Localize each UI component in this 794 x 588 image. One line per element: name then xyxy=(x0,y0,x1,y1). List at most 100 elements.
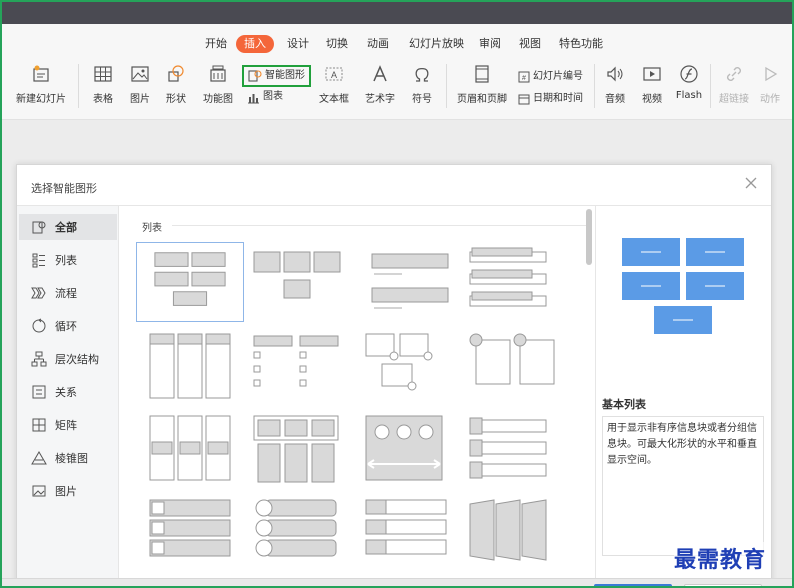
gallery-scrollbar[interactable] xyxy=(586,209,592,265)
cancel-button[interactable] xyxy=(684,584,762,586)
category-all-label: 全部 xyxy=(55,221,77,234)
close-icon[interactable] xyxy=(743,175,759,191)
slide-number-button[interactable]: # 幻灯片编号 xyxy=(518,68,583,86)
template-list-4[interactable] xyxy=(460,242,568,322)
template-list-15[interactable] xyxy=(352,496,460,576)
tab-view[interactable]: 视图 xyxy=(515,35,545,53)
date-time-label: 日期和时间 xyxy=(533,93,583,104)
list-icon xyxy=(32,253,45,268)
category-all[interactable]: 全部 xyxy=(19,214,117,240)
template-list-6[interactable] xyxy=(244,328,352,408)
category-matrix-label: 矩阵 xyxy=(55,419,77,432)
section-divider xyxy=(172,225,592,226)
preview-description: 用于显示非有序信息块或者分组信息块。可最大化形状的水平和垂直显示空间。 xyxy=(602,416,764,556)
template-list-10[interactable] xyxy=(244,412,352,492)
template-list-7[interactable] xyxy=(352,328,460,408)
picture-icon xyxy=(32,485,46,497)
category-list-label: 列表 xyxy=(55,254,77,267)
smart-art-label: 智能图形 xyxy=(265,70,305,81)
template-list-9[interactable] xyxy=(136,412,244,492)
category-matrix[interactable]: 矩阵 xyxy=(19,412,117,438)
category-picture[interactable]: 图片 xyxy=(19,478,117,504)
template-list-16[interactable] xyxy=(460,496,568,576)
symbol-button[interactable]: 符号 xyxy=(406,64,438,105)
template-list-5[interactable] xyxy=(136,328,244,408)
art-text-button[interactable]: 艺术字 xyxy=(360,64,400,105)
template-list-3[interactable] xyxy=(352,242,460,322)
template-list-12[interactable] xyxy=(460,412,568,492)
function-chart-button[interactable]: 功能图 xyxy=(198,64,238,105)
hyperlink-label: 超链接 xyxy=(719,94,749,105)
slide-number-label: 幻灯片编号 xyxy=(533,71,583,82)
shape-button[interactable]: 形状 xyxy=(160,64,192,105)
cycle-icon xyxy=(32,318,46,333)
status-bar xyxy=(2,578,792,586)
category-process[interactable]: 流程 xyxy=(19,280,117,306)
template-list-13[interactable] xyxy=(136,496,244,576)
function-chart-label: 功能图 xyxy=(203,94,233,105)
tab-slideshow[interactable]: 幻灯片放映 xyxy=(405,35,468,53)
tab-design[interactable]: 设计 xyxy=(283,35,313,53)
speaker-icon xyxy=(607,66,623,82)
category-pyramid[interactable]: 棱锥图 xyxy=(19,445,117,471)
template-list-2[interactable] xyxy=(244,242,352,322)
category-relationship[interactable]: 关系 xyxy=(19,379,117,405)
tab-animation[interactable]: 动画 xyxy=(363,35,393,53)
template-list-11[interactable] xyxy=(352,412,460,492)
title-bar xyxy=(2,2,792,24)
symbol-label: 符号 xyxy=(412,94,432,105)
template-list-14[interactable] xyxy=(244,496,352,576)
play-action-icon xyxy=(765,66,778,82)
category-picture-label: 图片 xyxy=(55,485,77,498)
flash-label: Flash xyxy=(675,90,703,101)
picture-icon xyxy=(131,66,149,82)
category-process-label: 流程 xyxy=(55,287,77,300)
new-slide-label: 新建幻灯片 xyxy=(16,94,66,105)
function-chart-icon xyxy=(210,65,226,82)
textbox-button[interactable]: A 文本框 xyxy=(314,64,354,105)
tab-transition[interactable]: 切换 xyxy=(322,35,352,53)
new-slide-button[interactable]: 新建幻灯片 xyxy=(10,64,72,105)
table-button[interactable]: 表格 xyxy=(86,64,120,105)
omega-symbol-icon xyxy=(415,67,429,82)
textbox-icon: A xyxy=(325,67,343,81)
tab-review[interactable]: 审阅 xyxy=(475,35,505,53)
smart-art-dialog: 选择智能图形 全部 列表 流程 循环 层次结构 关系 矩阵 棱锥图 图片 列表 … xyxy=(16,164,773,586)
category-list[interactable]: 列表 xyxy=(19,247,117,273)
picture-button[interactable]: 图片 xyxy=(124,64,156,105)
flash-button[interactable]: Flash xyxy=(674,64,704,101)
slide-number-icon: # xyxy=(518,71,530,83)
audio-button[interactable]: 音频 xyxy=(600,64,630,105)
header-footer-icon xyxy=(475,65,489,83)
header-footer-button[interactable]: 页眉和页脚 xyxy=(456,64,508,105)
template-basic-list[interactable] xyxy=(136,242,244,322)
process-icon xyxy=(31,287,46,299)
dialog-title: 选择智能图形 xyxy=(31,182,97,195)
ok-button[interactable] xyxy=(594,584,672,586)
smart-art-icon xyxy=(248,70,262,82)
date-time-button[interactable]: 日期和时间 xyxy=(518,90,583,108)
flash-icon xyxy=(680,65,698,83)
category-pyramid-label: 棱锥图 xyxy=(55,452,88,465)
hyperlink-button[interactable]: 超链接 xyxy=(716,64,752,105)
category-cycle[interactable]: 循环 xyxy=(19,313,117,339)
tab-home[interactable]: 开始 xyxy=(201,35,231,53)
app-window: 开始 插入 设计 切换 动画 幻灯片放映 审阅 视图 特色功能 新建幻灯片 表格… xyxy=(0,0,794,588)
all-icon xyxy=(32,221,46,234)
tab-features[interactable]: 特色功能 xyxy=(555,35,607,53)
smart-art-button[interactable]: 智能图形 xyxy=(242,65,311,87)
tab-insert[interactable]: 插入 xyxy=(236,35,274,53)
category-sidebar: 全部 列表 流程 循环 层次结构 关系 矩阵 棱锥图 图片 xyxy=(17,206,119,586)
video-button[interactable]: 视频 xyxy=(636,64,668,105)
action-button[interactable]: 动作 xyxy=(756,64,784,105)
template-list-8[interactable] xyxy=(460,328,568,408)
svg-text:A: A xyxy=(331,70,337,80)
table-icon xyxy=(94,66,112,82)
category-hierarchy[interactable]: 层次结构 xyxy=(19,346,117,372)
video-icon xyxy=(643,67,661,81)
table-label: 表格 xyxy=(93,94,113,105)
ribbon: 开始 插入 设计 切换 动画 幻灯片放映 审阅 视图 特色功能 新建幻灯片 表格… xyxy=(2,24,792,120)
ribbon-separator xyxy=(446,64,447,108)
preview-panel: 基本列表 用于显示非有序信息块或者分组信息块。可最大化形状的水平和垂直显示空间。 xyxy=(595,206,773,586)
chart-button[interactable]: 图表 xyxy=(246,88,283,106)
